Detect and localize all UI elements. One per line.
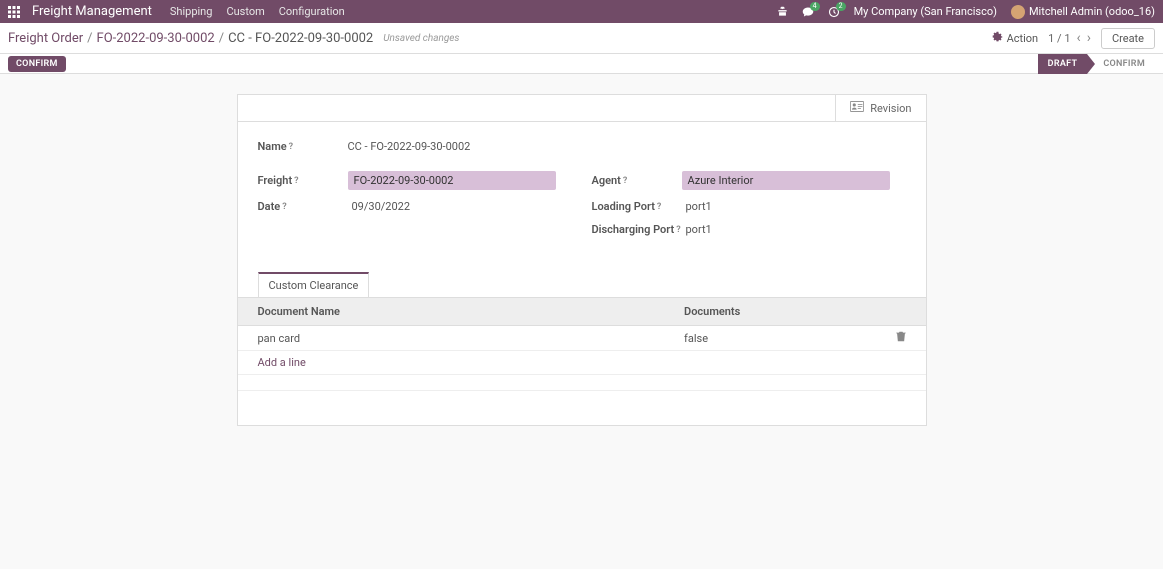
input-agent[interactable]: Azure Interior <box>682 171 890 190</box>
field-name: Name? CC - FO-2022-09-30-0002 <box>258 140 906 153</box>
app-name[interactable]: Freight Management <box>32 4 152 19</box>
field-agent: Agent? Azure Interior <box>592 171 906 190</box>
control-right: Action 1 / 1 ‹ › Create <box>992 28 1155 49</box>
breadcrumb: Freight Order / FO-2022-09-30-0002 / CC … <box>8 31 459 46</box>
menu-shipping[interactable]: Shipping <box>170 5 213 18</box>
footer-space <box>238 391 926 425</box>
documents-table: Document Name Documents pan card false <box>238 297 926 391</box>
add-line-link[interactable]: Add a line <box>258 356 306 369</box>
activities-badge: 2 <box>836 2 846 11</box>
stage-confirm[interactable]: CONFIRM <box>1087 54 1155 74</box>
pager-prev[interactable]: ‹ <box>1077 30 1081 46</box>
input-date[interactable]: 09/30/2022 <box>348 200 411 213</box>
status-bar: CONFIRM DRAFT CONFIRM <box>0 54 1163 74</box>
label-discharging-port: Discharging Port? <box>592 223 686 236</box>
value-name: CC - FO-2022-09-30-0002 <box>348 140 471 153</box>
action-label: Action <box>1007 32 1039 45</box>
messages-badge: 4 <box>810 2 820 11</box>
control-bar: Freight Order / FO-2022-09-30-0002 / CC … <box>0 23 1163 54</box>
create-button[interactable]: Create <box>1101 28 1155 49</box>
label-freight: Freight? <box>258 171 348 190</box>
gear-icon <box>992 31 1003 45</box>
sheet-header: Revision <box>238 95 926 122</box>
label-loading-port: Loading Port? <box>592 200 686 213</box>
add-line-row: Add a line <box>238 351 926 375</box>
revision-button[interactable]: Revision <box>835 95 925 121</box>
value-loading-port[interactable]: port1 <box>686 200 712 213</box>
status-stages: DRAFT CONFIRM <box>1038 54 1155 74</box>
id-card-icon <box>850 101 864 115</box>
company-selector[interactable]: My Company (San Francisco) <box>854 5 997 18</box>
pager-text: 1 / 1 <box>1048 32 1070 45</box>
field-date: Date? 09/30/2022 <box>258 200 572 213</box>
navbar: Freight Management Shipping Custom Confi… <box>0 0 1163 23</box>
menu-custom[interactable]: Custom <box>226 5 264 18</box>
col-document-name: Document Name <box>238 298 665 326</box>
unsaved-indicator: Unsaved changes <box>383 33 459 44</box>
user-name: Mitchell Admin (odoo_16) <box>1029 5 1155 18</box>
label-agent: Agent? <box>592 171 682 190</box>
form-sheet: Revision Name? CC - FO-2022-09-30-0002 F… <box>237 94 927 426</box>
field-loading-port: Loading Port? port1 <box>592 200 906 213</box>
trash-icon[interactable] <box>896 332 906 345</box>
pager-next[interactable]: › <box>1087 30 1091 46</box>
col-right: Agent? Azure Interior Loading Port? port… <box>592 171 906 246</box>
breadcrumb-parent[interactable]: FO-2022-09-30-0002 <box>97 31 215 46</box>
confirm-button[interactable]: CONFIRM <box>8 56 66 72</box>
col-left: Freight? FO-2022-09-30-0002 Date? 09/30/… <box>258 171 572 246</box>
label-date: Date? <box>258 200 348 213</box>
sheet-body: Name? CC - FO-2022-09-30-0002 Freight? F… <box>238 122 926 256</box>
two-col: Freight? FO-2022-09-30-0002 Date? 09/30/… <box>258 171 906 246</box>
revision-label: Revision <box>870 102 911 115</box>
col-documents: Documents <box>664 298 875 326</box>
stage-draft[interactable]: DRAFT <box>1038 54 1088 74</box>
breadcrumb-root[interactable]: Freight Order <box>8 31 83 46</box>
navbar-left: Freight Management Shipping Custom Confi… <box>8 4 345 19</box>
nav-menu: Shipping Custom Configuration <box>170 5 345 18</box>
breadcrumb-sep: / <box>219 31 224 46</box>
apps-icon[interactable] <box>8 6 20 18</box>
gift-icon[interactable] <box>777 6 788 17</box>
cell-doc-name[interactable]: pan card <box>238 326 665 351</box>
breadcrumb-sep: / <box>87 31 92 46</box>
label-name: Name? <box>258 140 348 153</box>
avatar <box>1011 5 1025 19</box>
activities-icon[interactable]: 2 <box>828 6 840 18</box>
breadcrumb-current: CC - FO-2022-09-30-0002 <box>228 31 373 46</box>
pager: 1 / 1 ‹ › <box>1048 30 1091 46</box>
field-freight: Freight? FO-2022-09-30-0002 <box>258 171 572 190</box>
tab-custom-clearance[interactable]: Custom Clearance <box>258 272 370 297</box>
input-freight[interactable]: FO-2022-09-30-0002 <box>348 171 556 190</box>
cell-delete[interactable] <box>876 326 926 351</box>
col-delete <box>876 298 926 326</box>
value-discharging-port[interactable]: port1 <box>686 223 712 236</box>
blank-row <box>238 375 926 391</box>
menu-configuration[interactable]: Configuration <box>279 5 345 18</box>
cell-documents[interactable]: false <box>664 326 875 351</box>
action-button[interactable]: Action <box>992 31 1039 45</box>
tabs: Custom Clearance Document Name Documents… <box>238 272 926 391</box>
field-discharging-port: Discharging Port? port1 <box>592 223 906 236</box>
table-row[interactable]: pan card false <box>238 326 926 351</box>
navbar-right: 4 2 My Company (San Francisco) Mitchell … <box>777 5 1155 19</box>
form-container: Revision Name? CC - FO-2022-09-30-0002 F… <box>0 74 1163 446</box>
messages-icon[interactable]: 4 <box>802 6 814 18</box>
user-menu[interactable]: Mitchell Admin (odoo_16) <box>1011 5 1155 19</box>
tab-list: Custom Clearance <box>238 272 926 297</box>
